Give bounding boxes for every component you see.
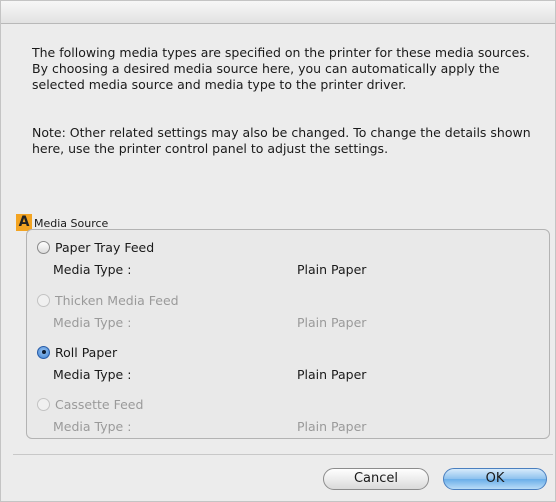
description-line-2: By choosing a desired media source here,… bbox=[32, 61, 500, 76]
radio-paper-tray-feed[interactable]: Paper Tray Feed bbox=[37, 237, 154, 257]
ok-button[interactable]: OK bbox=[443, 468, 547, 490]
description-line-1: The following media types are specified … bbox=[32, 45, 530, 60]
media-type-value: Plain Paper bbox=[297, 315, 367, 330]
media-type-label: Media Type : bbox=[53, 262, 132, 277]
media-type-value: Plain Paper bbox=[297, 262, 367, 277]
radio-button-icon bbox=[37, 397, 50, 411]
option-label: Cassette Feed bbox=[55, 396, 144, 412]
option-label: Roll Paper bbox=[55, 344, 118, 360]
footer-divider bbox=[13, 454, 553, 455]
media-type-label: Media Type : bbox=[53, 419, 132, 434]
note-line-2: here, use the printer control panel to a… bbox=[32, 141, 389, 156]
description-line-3: selected media source and media type to … bbox=[32, 77, 407, 92]
option-label: Paper Tray Feed bbox=[55, 239, 155, 255]
media-type-label: Media Type : bbox=[53, 367, 132, 382]
radio-thicken-media-feed: Thicken Media Feed bbox=[37, 290, 179, 310]
radio-cassette-feed: Cassette Feed bbox=[37, 394, 143, 414]
dialog-title-bar bbox=[1, 1, 555, 24]
media-type-value: Plain Paper bbox=[297, 367, 367, 382]
media-source-dialog: The following media types are specified … bbox=[0, 0, 556, 502]
radio-button-checked-icon[interactable] bbox=[37, 345, 50, 359]
radio-button-icon bbox=[37, 293, 50, 307]
cancel-button[interactable]: Cancel bbox=[323, 468, 429, 490]
radio-button-icon[interactable] bbox=[37, 240, 50, 254]
radio-roll-paper[interactable]: Roll Paper bbox=[37, 342, 117, 362]
media-type-label: Media Type : bbox=[53, 315, 132, 330]
option-label: Thicken Media Feed bbox=[55, 292, 179, 308]
media-type-value: Plain Paper bbox=[297, 419, 367, 434]
note-line-1: Note: Other related settings may also be… bbox=[32, 125, 531, 140]
